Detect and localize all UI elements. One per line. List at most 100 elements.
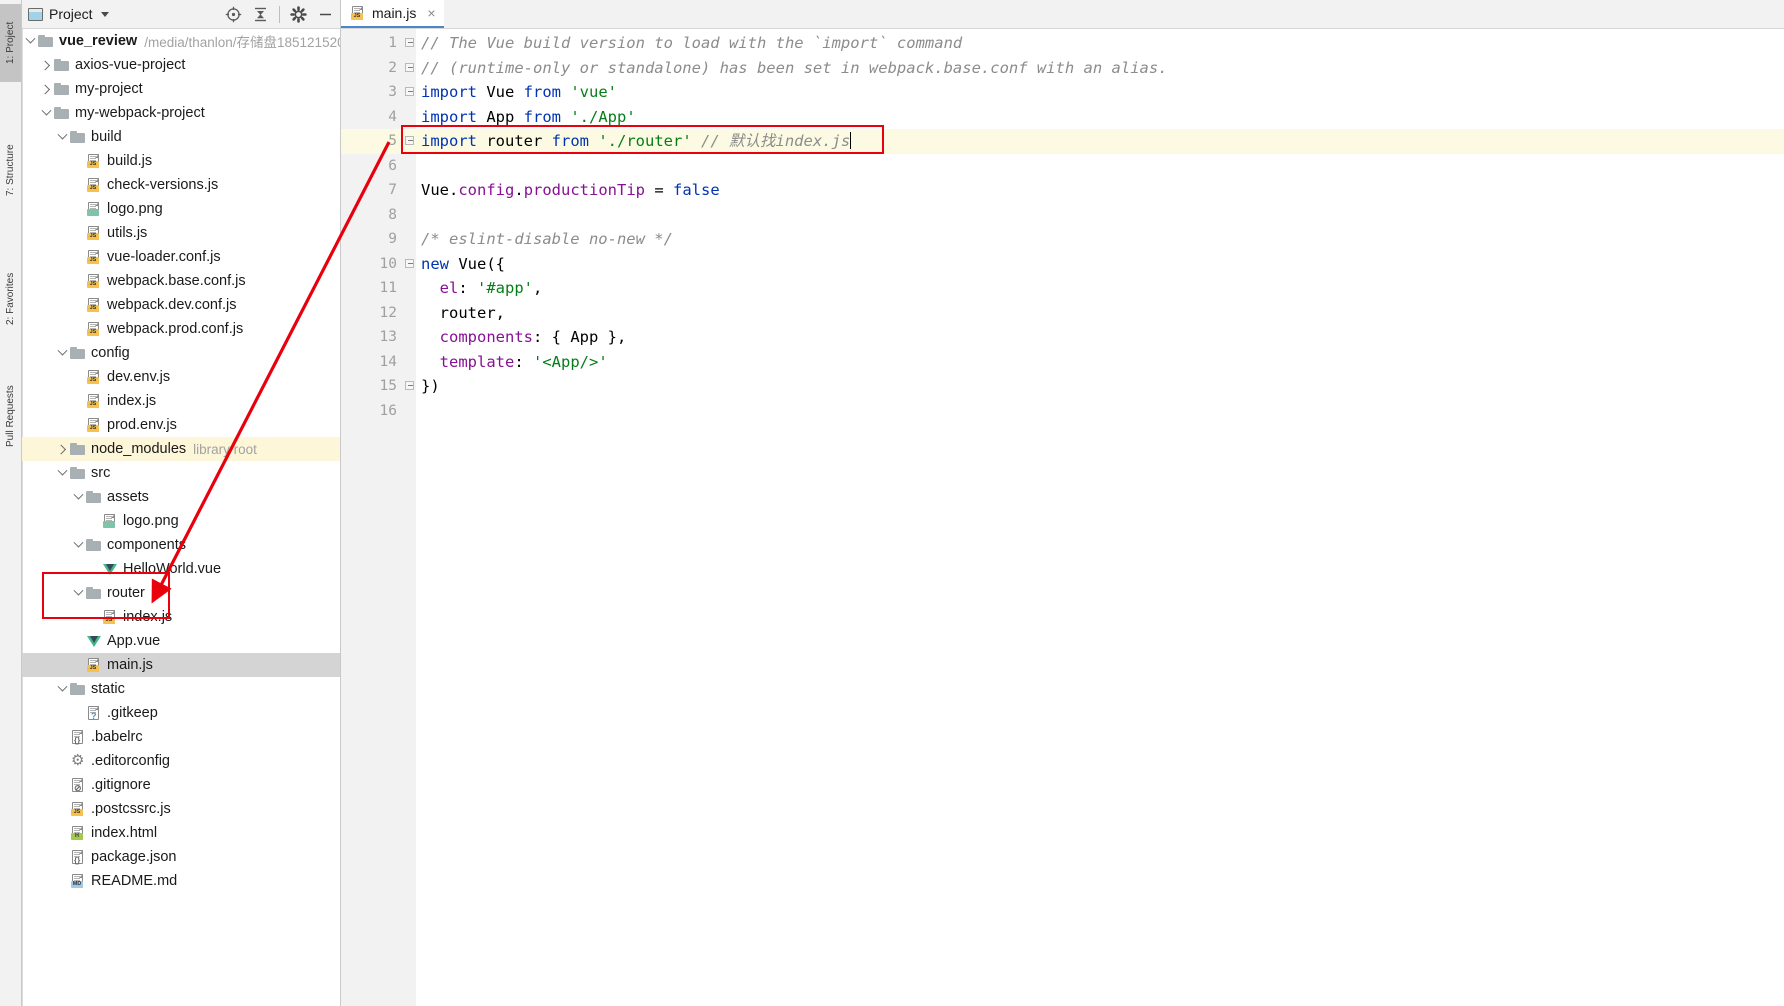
tree-item-axios-vue-project[interactable]: axios-vue-project <box>22 53 340 77</box>
tree-item-main-js[interactable]: JS main.js <box>22 653 340 677</box>
tree-item-gitkeep[interactable]: ? .gitkeep <box>22 701 340 725</box>
chevron-down-icon[interactable] <box>22 33 38 49</box>
folder-icon <box>54 57 70 73</box>
tree-item-build[interactable]: build <box>22 125 340 149</box>
code-line[interactable] <box>416 154 1784 179</box>
fold-marker-slot[interactable] <box>404 80 416 105</box>
tree-item-logo-png[interactable]: logo.png <box>22 509 340 533</box>
gear-icon[interactable] <box>290 5 307 23</box>
tool-window-button-2-favorites[interactable]: 2: Favorites <box>0 250 21 348</box>
tree-item-router[interactable]: router <box>22 581 340 605</box>
chevron-down-icon[interactable] <box>54 465 70 481</box>
chevron-down-icon[interactable] <box>54 129 70 145</box>
tree-item-vue-review[interactable]: vue_review/media/thanlon/存储盘1851215200 <box>22 29 340 53</box>
fold-toggle-icon[interactable] <box>405 381 414 390</box>
fold-toggle-icon[interactable] <box>405 38 414 47</box>
hide-panel-icon[interactable] <box>317 6 334 23</box>
tree-item-babelrc[interactable]: {} .babelrc <box>22 725 340 749</box>
tree-item-webpack-base-conf-js[interactable]: JS webpack.base.conf.js <box>22 269 340 293</box>
tree-item-index-js[interactable]: JS index.js <box>22 389 340 413</box>
tree-item-postcssrc-js[interactable]: JS .postcssrc.js <box>22 797 340 821</box>
tree-item-node-modules[interactable]: node_modules library root <box>22 437 340 461</box>
tool-window-button-7-structure[interactable]: 7: Structure <box>0 120 21 220</box>
tree-item-prod-env-js[interactable]: JS prod.env.js <box>22 413 340 437</box>
code-line[interactable]: new Vue({ <box>416 252 1784 277</box>
tree-item-dev-env-js[interactable]: JS dev.env.js <box>22 365 340 389</box>
tree-item-suffix: library root <box>193 441 257 457</box>
fold-marker-slot[interactable] <box>404 252 416 277</box>
code-line[interactable]: // (runtime-only or standalone) has been… <box>416 56 1784 81</box>
tree-item-index-html[interactable]: Hindex.html <box>22 821 340 845</box>
fold-marker-slot[interactable] <box>404 129 416 154</box>
code-line[interactable]: import App from './App' <box>416 105 1784 130</box>
code-line[interactable] <box>416 399 1784 424</box>
code-line[interactable]: el: '#app', <box>416 276 1784 301</box>
fold-toggle-icon[interactable] <box>405 258 414 268</box>
code-editor[interactable]: 1 2 3 4 5 6 7 8 9 10 11 12 13 14 15 16 // The Vue build… <box>341 29 1784 1006</box>
code-line[interactable]: components: { App }, <box>416 325 1784 350</box>
code-line[interactable]: /* eslint-disable no-new */ <box>416 227 1784 252</box>
code-folding-gutter[interactable] <box>404 29 416 1006</box>
tree-item-config[interactable]: config <box>22 341 340 365</box>
chevron-right-icon[interactable] <box>38 81 54 97</box>
tree-item-utils-js[interactable]: JS utils.js <box>22 221 340 245</box>
chevron-down-icon[interactable] <box>54 681 70 697</box>
line-number: 3 <box>388 84 397 100</box>
project-tree[interactable]: vue_review/media/thanlon/存储盘1851215200 ax… <box>22 29 340 1006</box>
json-file-icon: {} <box>70 849 86 865</box>
tree-item-readme-md[interactable]: MD README.md <box>22 869 340 893</box>
code-line[interactable]: import router from './router' // 默认找inde… <box>416 129 1784 154</box>
code-line[interactable]: Vue.config.productionTip = false <box>416 178 1784 203</box>
tree-item-index-js[interactable]: JS index.js <box>22 605 340 629</box>
tree-item-helloworld-vue[interactable]: HelloWorld.vue <box>22 557 340 581</box>
tree-item-build-js[interactable]: JS build.js <box>22 149 340 173</box>
tree-item-package-json[interactable]: {} package.json <box>22 845 340 869</box>
tree-item-my-project[interactable]: my-project <box>22 77 340 101</box>
code-line[interactable]: }) <box>416 374 1784 399</box>
tree-item-editorconfig[interactable]: .editorconfig <box>22 749 340 773</box>
chevron-down-icon[interactable] <box>70 585 86 601</box>
chevron-down-icon[interactable] <box>54 345 70 361</box>
fold-toggle-icon[interactable] <box>405 136 414 145</box>
tree-item-static[interactable]: static <box>22 677 340 701</box>
tree-item-src[interactable]: src <box>22 461 340 485</box>
tree-item-check-versions-js[interactable]: JS check-versions.js <box>22 173 340 197</box>
chevron-right-icon[interactable] <box>54 441 70 457</box>
tool-window-button-pull-requests[interactable]: Pull Requests <box>0 360 21 472</box>
code-content[interactable]: // The Vue build version to load with th… <box>416 29 1784 1006</box>
code-line[interactable]: import Vue from 'vue' <box>416 80 1784 105</box>
code-line[interactable]: template: '<App/>' <box>416 350 1784 375</box>
fold-toggle-icon[interactable] <box>405 62 414 72</box>
tree-item-logo-png[interactable]: logo.png <box>22 197 340 221</box>
code-line[interactable]: router, <box>416 301 1784 326</box>
code-line[interactable]: // The Vue build version to load with th… <box>416 31 1784 56</box>
fold-marker-slot[interactable] <box>404 374 416 399</box>
collapse-all-icon[interactable] <box>252 6 269 23</box>
ide-window: 1: Project 7: Structure 2: Favorites Pull R… <box>0 0 1784 1006</box>
locate-target-icon[interactable] <box>225 6 242 23</box>
fold-toggle-icon[interactable] <box>405 87 414 96</box>
fold-marker-slot[interactable] <box>404 31 416 56</box>
folder-icon <box>70 129 86 145</box>
fold-marker-slot[interactable] <box>404 56 416 81</box>
tab-main-js[interactable]: JS main.js × <box>341 0 444 28</box>
code-token: import <box>421 107 477 126</box>
tree-item-assets[interactable]: assets <box>22 485 340 509</box>
tree-item-vue-loader-conf-js[interactable]: JS vue-loader.conf.js <box>22 245 340 269</box>
tree-item-gitignore[interactable]: ⊘ .gitignore <box>22 773 340 797</box>
tree-item-components[interactable]: components <box>22 533 340 557</box>
chevron-right-icon[interactable] <box>38 57 54 73</box>
code-line[interactable] <box>416 203 1784 228</box>
tree-item-app-vue[interactable]: App.vue <box>22 629 340 653</box>
tool-window-button-1-project[interactable]: 1: Project <box>0 4 21 82</box>
tree-item-my-webpack-project[interactable]: my-webpack-project <box>22 101 340 125</box>
project-panel-title-group[interactable]: Project <box>28 6 109 22</box>
close-icon[interactable]: × <box>427 6 435 20</box>
tree-item-label: package.json <box>91 849 177 865</box>
chevron-down-icon[interactable] <box>100 11 109 17</box>
chevron-down-icon[interactable] <box>70 537 86 553</box>
tree-item-webpack-dev-conf-js[interactable]: JS webpack.dev.conf.js <box>22 293 340 317</box>
tree-item-webpack-prod-conf-js[interactable]: JS webpack.prod.conf.js <box>22 317 340 341</box>
chevron-down-icon[interactable] <box>70 489 86 505</box>
chevron-down-icon[interactable] <box>38 105 54 121</box>
